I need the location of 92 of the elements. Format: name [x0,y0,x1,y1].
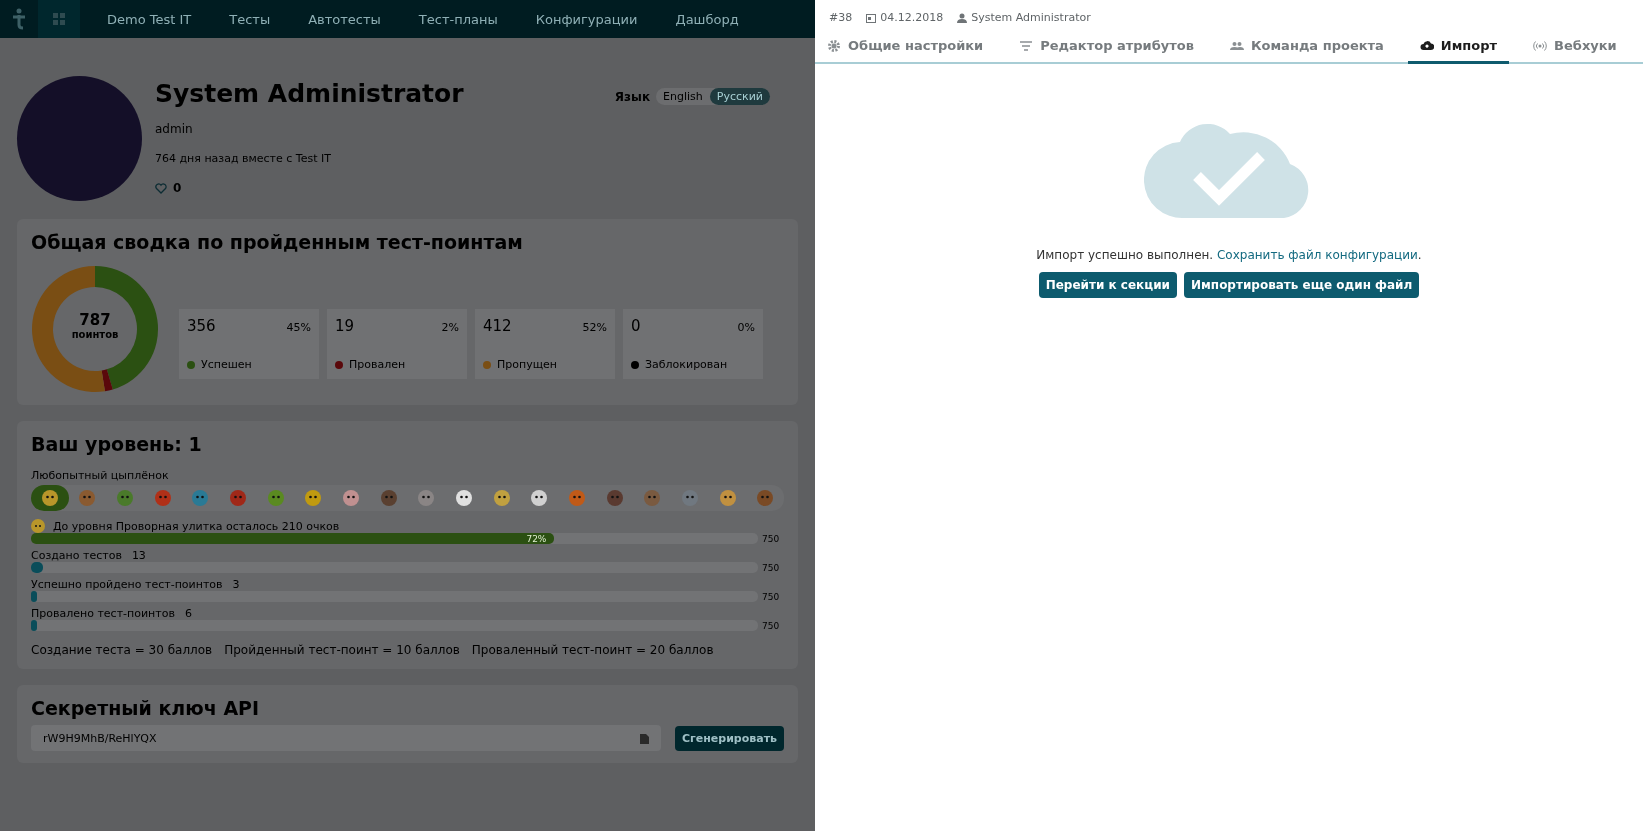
nav-link[interactable]: Автотесты [289,11,400,27]
animal-face-icon [644,490,661,506]
status-label: Провален [349,358,406,371]
like-count: 0 [173,181,182,195]
stat-count: 412 [483,317,512,335]
scoring-rule: Создание теста = 30 баллов [31,643,213,657]
nav-link[interactable]: Тест-планы [399,11,517,27]
section-title: Секретный ключ API [31,697,261,719]
animal-face-icon [305,490,322,506]
stat-value: 6 [184,607,192,620]
animal-face-icon [230,490,247,506]
section-title: Ваш уровень: 1 [31,433,203,455]
scoring-rule: Проваленный тест-поинт = 20 баллов [471,643,714,657]
scoring-rule: Пройденный тест-поинт = 10 баллов [224,643,460,657]
level-progress-text: До уровня Проворная улитка осталось 210 очков [53,519,340,533]
settings-tab[interactable]: Общие настройки [815,32,996,64]
copy-icon [639,732,649,744]
nav-link[interactable]: Дашборд [656,11,758,27]
animal-face-icon [117,490,134,506]
stat-value: 3 [232,578,240,591]
animal-face-icon [41,490,58,506]
filter-icon [1019,38,1034,53]
stat-percent: 2% [441,321,459,334]
progress-percent: 72% [526,533,548,544]
api-key-field[interactable]: rW9H9MhB/ReHlYQX [31,725,661,751]
animal-face-icon [531,490,548,506]
stat-label: Успешно пройдено тест-поинтов [31,578,223,591]
broadcast-icon [1533,38,1548,53]
stat-value: 13 [131,549,146,562]
generate-button[interactable]: Сгенерировать [674,725,784,751]
status-label: Заблокирован [645,358,728,371]
language-label: Язык [614,89,651,104]
user-icon [957,12,968,23]
stat-count: 0 [631,317,641,335]
section-title: Общая сводка по пройденным тест-поинтам [31,231,524,253]
animal-face-icon [757,490,774,506]
import-success-message: Импорт успешно выполнен. Сохранить файл конфигурации. [1036,248,1422,262]
action-button[interactable]: Импортировать еще один файл [1184,272,1420,298]
animal-face-icon [418,490,435,506]
calendar-icon [866,12,877,23]
logo-icon [11,8,27,30]
animal-face-icon [192,490,209,506]
save-config-link[interactable]: Сохранить файл конфигурации [1217,248,1418,262]
stat-percent: 52% [582,321,607,334]
stat-label: Провалено тест-поинтов [31,607,175,620]
nav-link[interactable]: Demo Test IT [88,11,211,27]
animal-face-icon [343,490,360,506]
total-count: 787 [79,311,111,329]
animal-face-icon [154,490,171,506]
animal-face-icon [380,490,397,506]
nav-link[interactable]: Тесты [210,11,290,27]
animal-face-icon [682,490,698,506]
animal-face-icon [456,490,473,506]
animal-face-icon [493,490,510,506]
settings-tab[interactable]: Импорт [1407,32,1510,64]
language-option[interactable]: Русский [709,88,770,105]
stat-percent: 45% [286,321,311,334]
settings-tab[interactable]: Вебхуки [1521,32,1629,64]
stat-percent: 0% [737,321,755,334]
stat-count: 356 [187,317,216,335]
settings-tab[interactable]: Редактор атрибутов [1007,32,1206,64]
heart-icon [155,182,167,194]
nav-link[interactable]: Конфигурации [516,11,657,27]
language-option[interactable]: English [656,88,710,105]
animal-face-icon [79,490,96,506]
rank-name: Любопытный цыплёнок [31,469,170,482]
author-name: System Administrator [971,11,1091,24]
animal-face-icon [267,490,284,506]
animal-face-icon [719,490,736,506]
total-label: поинтов [71,329,119,340]
status-label: Успешен [201,358,252,371]
chick-icon [31,519,45,533]
user-login: admin [155,122,194,136]
project-id: #38 [829,11,853,24]
settings-icon [827,38,841,53]
animal-face-icon [569,490,585,506]
action-button[interactable]: Перейти к секции [1038,272,1177,298]
user-name: System Administrator [155,79,464,108]
progress-max: 750 [762,562,781,573]
progress-max: 750 [762,533,781,544]
status-label: Пропущен [497,358,557,371]
settings-tab[interactable]: Команда проекта [1217,32,1396,64]
animal-face-icon [606,490,623,506]
stat-label: Создано тестов [31,549,122,562]
level-badge[interactable] [31,485,69,511]
cloud-upload-icon [1419,38,1434,53]
created-date: 04.12.2018 [880,11,944,24]
stat-count: 19 [335,317,355,335]
membership-duration: 764 дня назад вместе с Test IT [155,152,332,165]
progress-max: 750 [762,591,781,602]
apps-grid-icon [53,13,65,25]
progress-max: 750 [762,620,781,631]
